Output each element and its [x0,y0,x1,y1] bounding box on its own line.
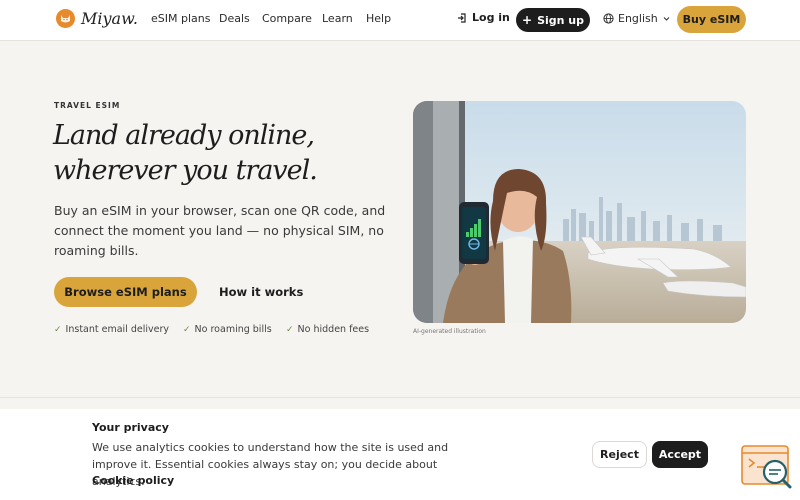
nav-help[interactable]: Help [366,12,391,25]
hero-eyebrow: TRAVEL ESIM [54,101,121,110]
feature-label: No roaming bills [194,324,272,335]
nav-deals[interactable]: Deals [219,12,250,25]
hero-subtitle: Buy an eSIM in your browser, scan one QR… [54,203,386,258]
feature-item: ✓ Instant email delivery [54,324,169,335]
nav-compare[interactable]: Compare [262,12,312,25]
image-caption: AI-generated illustration [413,328,486,335]
logo[interactable]: Miyaw. [56,9,138,28]
login-label: Log in [472,11,510,24]
nav-learn[interactable]: Learn [322,12,353,25]
browse-plans-button[interactable]: Browse eSIM plans [54,277,197,307]
support-widget-icon[interactable] [741,445,793,489]
accept-button[interactable]: Accept [652,441,708,468]
language-selector[interactable]: English [603,12,671,25]
globe-icon [603,13,614,24]
signup-label: Sign up [537,13,584,27]
hero-title-line-2: wherever you travel. [53,155,318,186]
hero-illustration [413,101,746,323]
signup-button[interactable]: + Sign up [516,8,590,32]
hero-title: Land already online, wherever you travel… [53,118,373,188]
language-label: English [618,12,658,25]
feature-label: No hidden fees [297,324,370,335]
feature-item: ✓ No roaming bills [183,324,272,335]
nav-esim-plans[interactable]: eSIM plans [151,12,210,25]
check-icon: ✓ [183,324,191,335]
plus-icon: + [522,13,533,27]
cookie-title: Your privacy [92,421,169,434]
cookie-policy-link[interactable]: Cookie policy [92,474,174,487]
reject-button[interactable]: Reject [592,441,647,468]
check-icon: ✓ [286,324,294,335]
login-link[interactable]: Log in [457,11,510,24]
cookie-banner: Your privacy We use analytics cookies to… [0,409,800,500]
section-divider [0,397,800,398]
cat-logo-icon [56,9,75,28]
how-it-works-link[interactable]: How it works [219,285,303,299]
feature-item: ✓ No hidden fees [286,324,369,335]
site-header: Miyaw. eSIM plans Deals Compare Learn He… [0,0,800,41]
chevron-down-icon [663,17,670,21]
login-arrow-icon [458,12,466,23]
brand-name: Miyaw. [81,9,138,28]
check-icon: ✓ [54,324,62,335]
hero-title-line-1: Land already online, [53,120,315,151]
feature-label: Instant email delivery [65,324,169,335]
buy-esim-button[interactable]: Buy eSIM [677,6,746,33]
